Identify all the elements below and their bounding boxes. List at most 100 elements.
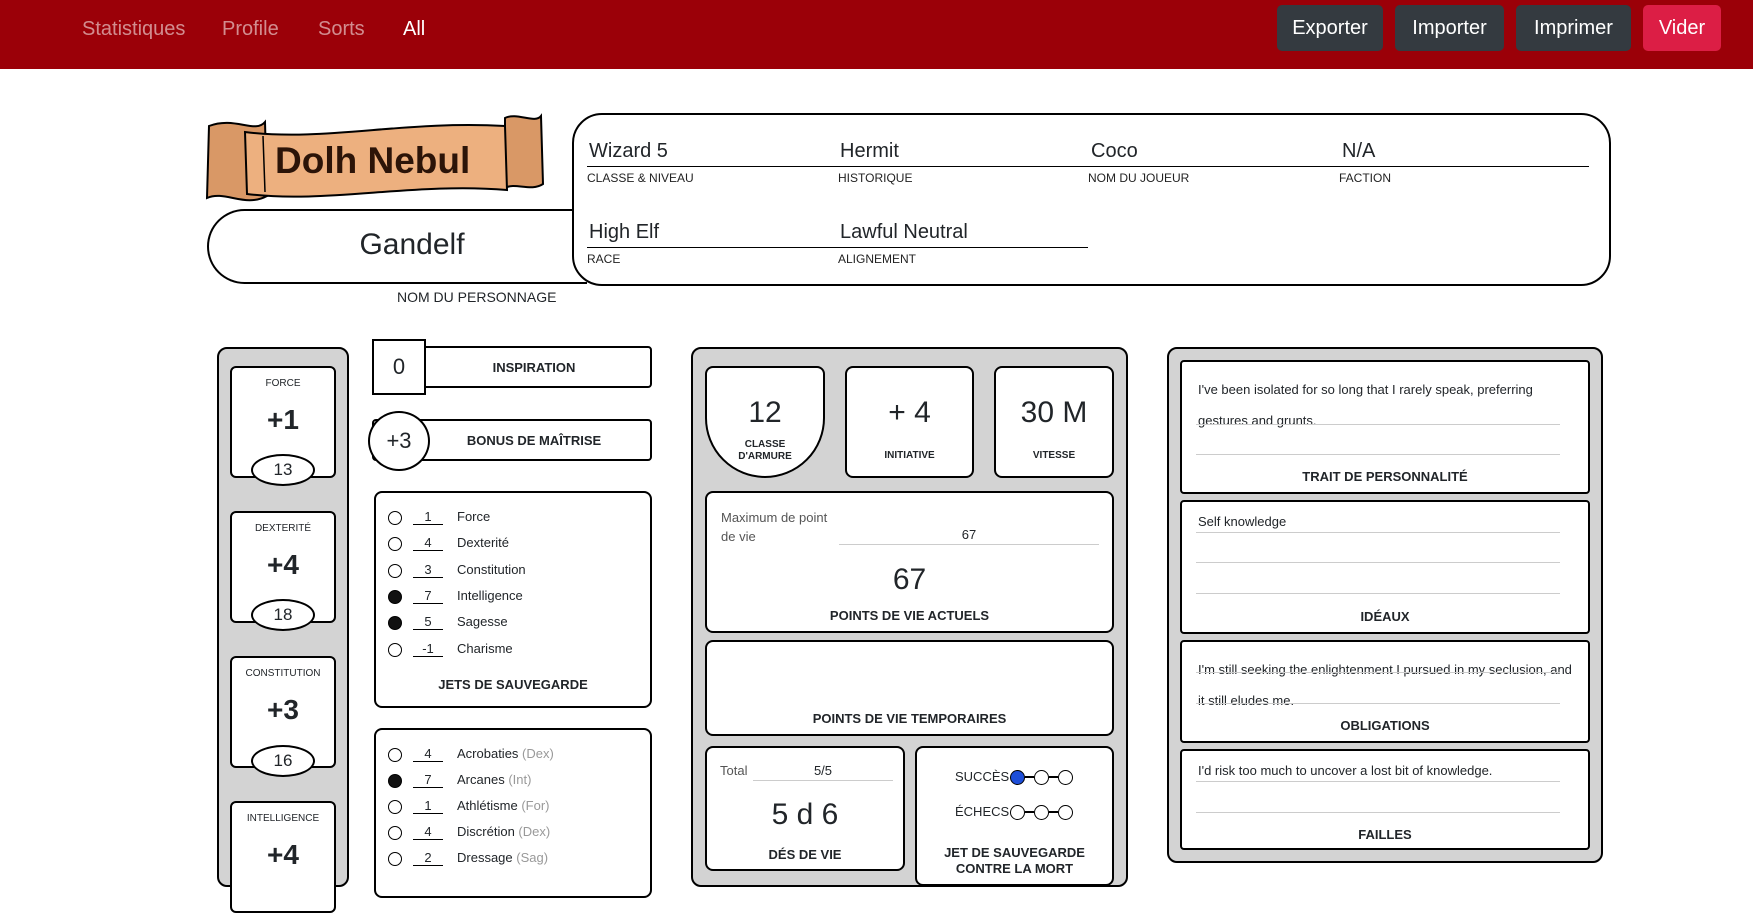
skill-value[interactable]: 2 [413,850,443,866]
text-line [1196,562,1560,563]
ability-modifier: +1 [267,404,299,435]
saving-throw-value[interactable]: 4 [413,535,443,552]
text-line [1196,703,1560,704]
alignment-caption: ALIGNEMENT [838,252,917,266]
player-name-field[interactable]: Coco [1091,140,1138,163]
skill-name: Arcanes (Int) [457,772,531,787]
race-field[interactable]: High Elf [589,221,659,244]
skill-label: Discrétion [457,824,515,839]
alignment-field[interactable]: Lawful Neutral [840,221,968,244]
character-name-input[interactable]: Gandelf [207,228,617,262]
skill-ability: (Dex) [518,824,551,839]
saving-throw-value[interactable]: 7 [413,588,443,604]
skill-ability: (Sag) [516,850,549,865]
death-save-dot[interactable] [1058,805,1073,820]
nav-link-statistiques[interactable]: Statistiques [82,18,185,41]
hit-dice-label: DÉS DE VIE [768,847,842,862]
ideals-text[interactable]: Self knowledge [1198,514,1286,529]
skill-value[interactable]: 7 [413,772,443,788]
initiative-value[interactable]: + 4 [847,396,972,430]
faction-field[interactable]: N/A [1342,140,1375,163]
ability-label: DEXTERITÉ [254,523,312,534]
skill-value[interactable]: 4 [413,824,443,840]
ability-score-force[interactable]: 13 [251,454,315,486]
proficiency-value[interactable]: +3 [368,411,430,471]
skill-ability: (For) [521,798,550,813]
proficiency-dot[interactable] [388,563,402,578]
class-level-field[interactable]: Wizard 5 [589,140,668,163]
skill-ability: (Int) [508,772,532,787]
export-button[interactable]: Exporter [1277,5,1383,51]
saving-throw-name: Charisme [457,640,513,656]
proficiency-dot[interactable] [388,589,402,604]
clear-button[interactable]: Vider [1643,5,1721,51]
text-line [1196,424,1560,425]
saving-throw-name: Dexterité [457,535,510,551]
hp-max-input[interactable]: 67 [839,527,1099,545]
nav-link-all[interactable]: All [403,18,425,41]
ability-modifier: +4 [267,549,299,580]
initiative-label: INITIATIVE [884,450,935,461]
ability-score-constitution[interactable]: 16 [251,745,315,777]
speed-value[interactable]: 30 M [996,396,1112,430]
personality-trait-text[interactable]: I've been isolated for so long that I ra… [1198,374,1578,436]
proficiency-label: BONUS DE MAÎTRISE [466,433,602,448]
hp-current-label: POINTS DE VIE ACTUELS [829,608,990,623]
inspiration-value[interactable]: 0 [372,339,426,395]
background-caption: HISTORIQUE [838,171,913,185]
death-save-dot[interactable] [1034,805,1049,820]
nav-link-profile[interactable]: Profile [222,18,279,41]
death-save-connector [1025,776,1034,778]
ability-modifier: +4 [267,839,299,870]
faction-caption: FACTION [1339,171,1392,185]
personality-trait-box: I've been isolated for so long that I ra… [1180,360,1590,494]
death-save-dot[interactable] [1034,770,1049,785]
saving-throw-name: Intelligence [457,587,523,603]
saving-throw-name: Constitution [457,561,526,577]
inspiration-label: INSPIRATION [492,360,576,375]
skill-value[interactable]: 1 [413,798,443,814]
proficiency-dot[interactable] [388,774,402,788]
hit-dice-total-input[interactable]: 5/5 [753,763,893,781]
ideals-box: Self knowledge IDÉAUX [1180,500,1590,634]
ability-score-dexterite[interactable]: 18 [251,599,315,631]
nav-link-sorts[interactable]: Sorts [318,18,365,41]
proficiency-dot[interactable] [388,748,402,762]
saving-throw-value[interactable]: 5 [413,614,443,631]
death-saves-box: SUCCÈS ÉCHECS JET DE SAUVEGARDE CONTRE L… [915,746,1114,886]
print-button[interactable]: Imprimer [1516,5,1631,51]
armor-class-value[interactable]: 12 [707,396,823,430]
speed-box: 30 M VITESSE [994,366,1114,478]
hp-temp-label: POINTS DE VIE TEMPORAIRES [812,711,1007,726]
death-save-dot[interactable] [1058,770,1073,785]
saving-throw-value[interactable]: -1 [413,641,443,657]
hp-temp-box[interactable]: POINTS DE VIE TEMPORAIRES [705,640,1114,736]
saving-throw-value[interactable]: 1 [413,509,443,525]
import-button[interactable]: Importer [1395,5,1504,51]
saving-throw-name: Force [457,509,491,524]
death-save-connector [1049,776,1058,778]
death-save-dot[interactable] [1010,770,1025,785]
character-name-caption: NOM DU PERSONNAGE [397,289,557,305]
flaws-text[interactable]: I'd risk too much to uncover a lost bit … [1198,763,1492,778]
proficiency-dot[interactable] [388,826,402,840]
skill-ability: (Dex) [522,746,554,761]
hp-current-box: Maximum de point de vie 67 67 POINTS DE … [705,491,1114,633]
hp-current-value[interactable]: 67 [707,563,1112,597]
text-line [1196,593,1560,594]
proficiency-dot[interactable] [388,642,402,657]
skill-name: Discrétion (Dex) [457,824,550,839]
proficiency-dot[interactable] [388,852,402,866]
skill-label: Dressage [457,850,513,865]
death-saves-label: JET DE SAUVEGARDE CONTRE LA MORT [944,845,1085,876]
bonds-text[interactable]: I'm still seeking the enlightenment I pu… [1198,654,1578,716]
saving-throw-name: Sagesse [457,614,508,630]
saving-throw-value[interactable]: 3 [413,562,443,578]
hit-dice-value[interactable]: 5 d 6 [707,798,903,832]
proficiency-dot[interactable] [388,800,402,814]
skill-value[interactable]: 4 [413,746,443,762]
ability-label: INTELLIGENCE [246,813,320,824]
death-save-dot[interactable] [1010,805,1025,820]
background-field[interactable]: Hermit [840,140,899,163]
proficiency-dot[interactable] [388,511,402,525]
